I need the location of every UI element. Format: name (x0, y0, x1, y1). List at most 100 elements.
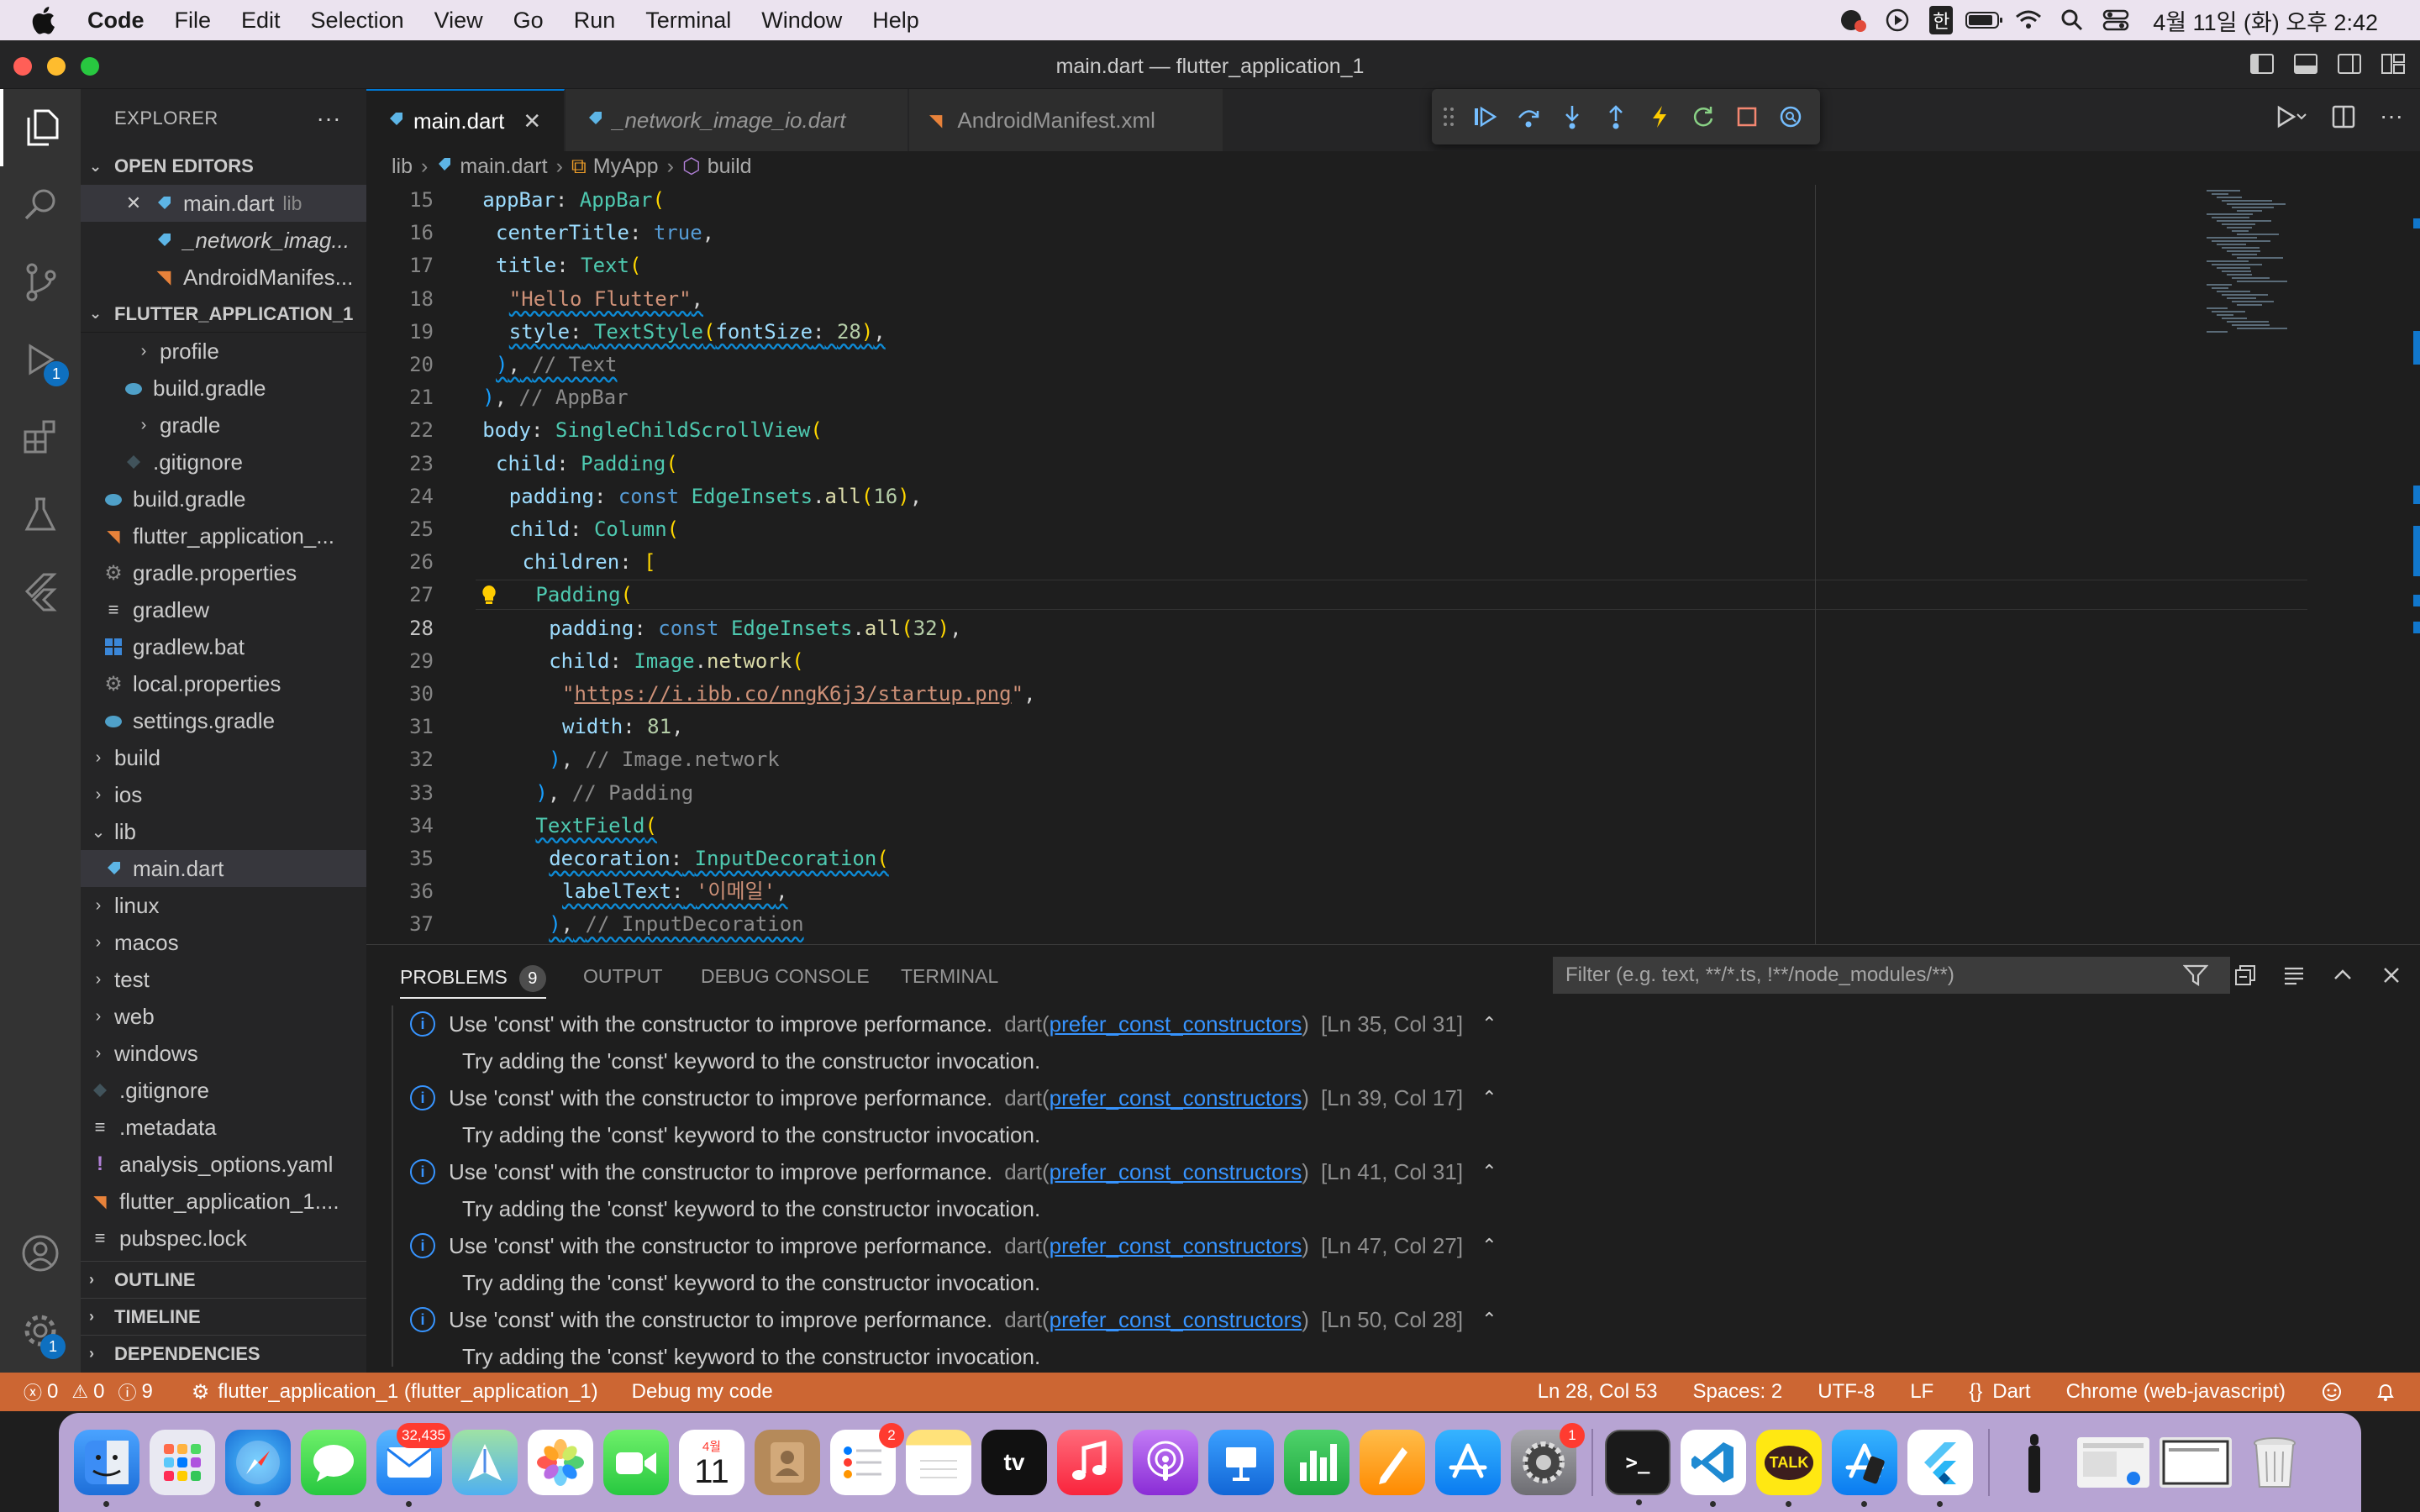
tree-file[interactable]: .gitignore (81, 444, 366, 480)
code-line[interactable]: 16 centerTitle: true, (366, 218, 2198, 248)
tree-folder[interactable]: › web (81, 998, 366, 1035)
problems-status[interactable]: ⓧ 0 ⚠ 0 ⓘ 9 (0, 1378, 165, 1405)
tab-output[interactable]: OUTPUT (583, 965, 663, 988)
toggle-sidebar-icon[interactable] (2247, 50, 2277, 77)
run-icon[interactable] (2274, 104, 2307, 134)
maximize-panel-icon[interactable] (2331, 963, 2354, 991)
tree-file[interactable]: .gitignore (81, 1072, 366, 1109)
problem-hint[interactable]: Try adding the 'const' keyword to the co… (392, 1264, 2408, 1301)
tree-file[interactable]: ◥ flutter_application_... (81, 517, 366, 554)
problem-code-link[interactable]: prefer_const_constructors (1050, 1085, 1302, 1110)
code-line[interactable]: 24 padding: const EdgeInsets.all(16), (366, 481, 2198, 512)
tree-folder[interactable]: ⌄ lib (81, 813, 366, 850)
xcode-simulator-icon[interactable] (1832, 1430, 1897, 1507)
problem-code-link[interactable]: prefer_const_constructors (1050, 1159, 1302, 1184)
problem-item[interactable]: i Use 'const' with the constructor to imp… (392, 1153, 2408, 1190)
tree-folder[interactable]: › windows (81, 1035, 366, 1072)
chevron-up-icon[interactable]: ⌃ (1481, 1087, 1497, 1109)
breadcrumb-item[interactable]: build (708, 155, 752, 179)
step-out-icon[interactable] (1600, 101, 1632, 133)
problem-item[interactable]: i Use 'const' with the constructor to imp… (392, 1301, 2408, 1338)
tree-folder[interactable]: › macos (81, 924, 366, 961)
tree-file[interactable]: gradlew.bat (81, 628, 366, 665)
feedback-icon[interactable] (2309, 1381, 2363, 1403)
stop-icon[interactable] (1731, 101, 1763, 133)
tree-folder[interactable]: › ios (81, 776, 366, 813)
problem-hint[interactable]: Try adding the 'const' keyword to the co… (392, 1338, 2408, 1375)
step-into-icon[interactable] (1556, 101, 1588, 133)
window-thumbnail-icon[interactable] (2160, 1437, 2232, 1488)
messages-icon[interactable] (301, 1430, 366, 1495)
explorer-icon[interactable] (0, 89, 81, 166)
tree-file[interactable]: ! analysis_options.yaml (81, 1146, 366, 1183)
code-line[interactable]: 34 TextField( (366, 811, 2198, 841)
tab-problems[interactable]: PROBLEMS 9 (400, 965, 546, 999)
debug-status[interactable]: Debug my code (620, 1380, 785, 1404)
input-method-icon[interactable]: 한 (1919, 0, 1963, 40)
control-center-icon[interactable] (2094, 0, 2138, 40)
tab-terminal[interactable]: TERMINAL (901, 965, 998, 988)
chevron-up-icon[interactable]: ⌃ (1481, 1309, 1497, 1331)
code-line[interactable]: 30 "https://i.ibb.co/nngK6j3/startup.png"… (366, 679, 2198, 709)
breadcrumb-item[interactable]: main.dart (460, 155, 547, 179)
settings-gear-icon[interactable]: 1 (0, 1292, 81, 1369)
pages-icon[interactable] (1360, 1430, 1425, 1495)
step-over-icon[interactable] (1512, 101, 1544, 133)
code-line[interactable]: 22 body: SingleChildScrollView( (366, 415, 2198, 445)
toggle-panel-icon[interactable] (2291, 50, 2321, 77)
menu-app-name[interactable]: Code (66, 0, 160, 40)
close-panel-icon[interactable] (2380, 963, 2403, 991)
open-editor-item[interactable]: ◥ AndroidManifes... (81, 259, 366, 296)
kakaotalk-icon[interactable]: TALK (1756, 1430, 1822, 1507)
dependencies-section[interactable]: › DEPENDENCIES (81, 1335, 366, 1372)
photos-icon[interactable] (528, 1430, 593, 1495)
maps-icon[interactable] (452, 1430, 518, 1495)
toggle-secondary-sidebar-icon[interactable] (2334, 50, 2365, 77)
notes-icon[interactable] (906, 1430, 971, 1495)
restart-icon[interactable] (1687, 101, 1719, 133)
customize-layout-icon[interactable] (2378, 50, 2408, 77)
tree-file[interactable]: ⚙ gradle.properties (81, 554, 366, 591)
notifications-bell-icon[interactable] (2363, 1381, 2408, 1403)
problem-hint[interactable]: Try adding the 'const' keyword to the co… (392, 1116, 2408, 1153)
apple-tv-icon[interactable]: tv (981, 1430, 1047, 1495)
breadcrumb-item[interactable]: lib (392, 155, 413, 179)
spotlight-search-icon[interactable] (2050, 0, 2094, 40)
launchpad-icon[interactable] (150, 1430, 215, 1495)
drag-handle-icon[interactable] (1440, 101, 1457, 133)
problem-hint[interactable]: Try adding the 'const' keyword to the co… (392, 1190, 2408, 1227)
lightbulb-icon[interactable] (481, 584, 497, 611)
problem-code-link[interactable]: prefer_const_constructors (1050, 1011, 1302, 1037)
close-icon[interactable]: ✕ (523, 108, 541, 134)
problem-item[interactable]: i Use 'const' with the constructor to imp… (392, 1005, 2408, 1042)
cursor-position[interactable]: Ln 28, Col 53 (1526, 1380, 1681, 1404)
tree-folder[interactable]: › test (81, 961, 366, 998)
code-line[interactable]: 29 child: Image.network( (366, 646, 2198, 676)
code-line[interactable]: 17 title: Text( (366, 250, 2198, 281)
filter-icon[interactable] (2182, 963, 2209, 991)
code-line[interactable]: 15 appBar: AppBar( (366, 185, 2198, 215)
code-line[interactable]: 26 children: [ (366, 547, 2198, 577)
vscode-icon[interactable] (1681, 1430, 1746, 1507)
code-line[interactable]: 37), // InputDecoration (366, 909, 2198, 939)
code-line[interactable]: 36 labelText: '이메일', (366, 876, 2198, 906)
code-line[interactable]: 35 decoration: InputDecoration( (366, 843, 2198, 874)
language-status[interactable]: {} Dart (1957, 1380, 2054, 1404)
flutter-app-icon[interactable] (1907, 1430, 1973, 1507)
facetime-icon[interactable] (603, 1430, 669, 1495)
menu-run[interactable]: Run (559, 0, 631, 40)
flutter-icon[interactable] (0, 553, 81, 630)
podcasts-icon[interactable] (1133, 1430, 1198, 1495)
tree-folder[interactable]: › linux (81, 887, 366, 924)
more-actions-icon[interactable]: ··· (317, 105, 341, 132)
problem-code-link[interactable]: prefer_const_constructors (1050, 1233, 1302, 1258)
indentation-status[interactable]: Spaces: 2 (1681, 1380, 1806, 1404)
chevron-up-icon[interactable]: ⌃ (1481, 1161, 1497, 1183)
more-actions-icon[interactable]: ··· (2380, 104, 2403, 134)
downloads-stack-icon[interactable] (2002, 1430, 2067, 1495)
tree-file[interactable]: ≡ .metadata (81, 1109, 366, 1146)
view-as-list-icon[interactable] (2282, 963, 2306, 991)
code-line[interactable]: 20), // Text (366, 349, 2198, 380)
split-editor-icon[interactable] (2331, 104, 2356, 134)
testing-icon[interactable] (0, 475, 81, 553)
